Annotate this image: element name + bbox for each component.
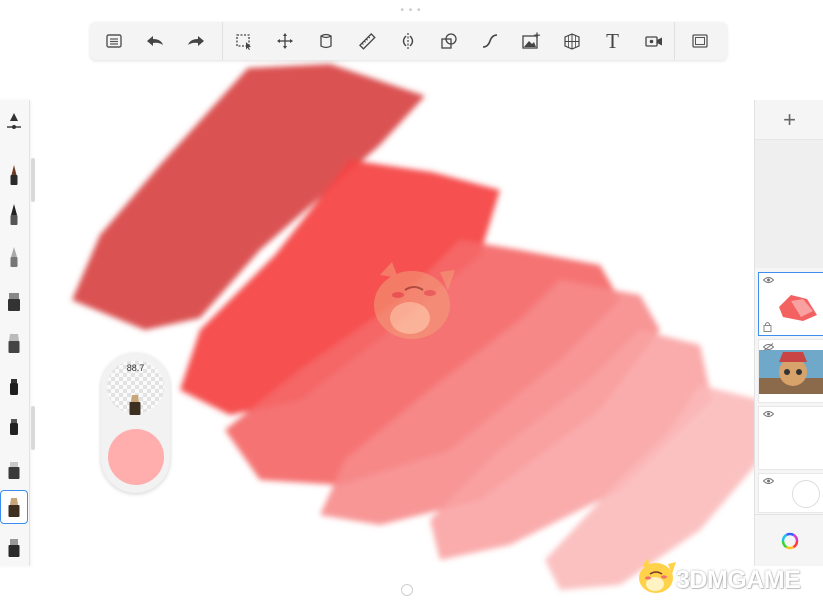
soft-marker-icon <box>8 498 20 517</box>
redo-arrow-icon <box>187 36 204 46</box>
perspective-grid-icon <box>563 33 580 50</box>
layer-2[interactable] <box>758 339 823 403</box>
perspective-guide-button[interactable] <box>551 22 592 60</box>
undo-button[interactable] <box>134 22 175 60</box>
eye-icon[interactable] <box>762 410 775 420</box>
text-tool-button[interactable]: T <box>592 22 633 60</box>
eye-icon[interactable] <box>762 477 775 487</box>
undo-arrow-icon <box>146 36 163 46</box>
watermark-mascot-icon <box>639 558 676 593</box>
size-slider-icon <box>7 113 21 129</box>
brush-soft-marker[interactable] <box>0 490 28 524</box>
image-add-icon <box>521 32 540 49</box>
current-brush-icon <box>129 395 141 415</box>
airbrush-icon <box>8 293 20 311</box>
pencil-brush-icon <box>10 165 18 185</box>
canvas-home-indicator[interactable] <box>401 584 413 596</box>
layer-1[interactable] <box>758 272 823 336</box>
watermark: 3DMGAME <box>628 550 818 598</box>
curve-icon <box>482 34 497 48</box>
ruler-tool-button[interactable] <box>346 22 387 60</box>
background-color-swatch[interactable] <box>792 480 820 508</box>
curve-tool-button[interactable] <box>469 22 510 60</box>
marker-pen-icon <box>10 247 18 267</box>
add-layer-button[interactable]: + <box>755 100 823 140</box>
fullscreen-frame-icon <box>691 34 708 48</box>
marquee-select-icon <box>235 34 251 50</box>
list-icon <box>105 34 122 48</box>
shape-tool-button[interactable] <box>428 22 469 60</box>
ink-pen-icon <box>10 204 18 225</box>
selection-tool-button[interactable] <box>223 22 264 60</box>
brush-paint-tube[interactable] <box>0 326 28 360</box>
transform-tool-button[interactable] <box>264 22 305 60</box>
brush-blender[interactable] <box>0 530 28 564</box>
symmetry-tool-button[interactable] <box>387 22 428 60</box>
character-image-thumbnail <box>759 350 823 394</box>
chisel-marker-icon <box>10 379 18 395</box>
toolbar-history-group <box>90 22 216 60</box>
time-lapse-button[interactable] <box>633 22 674 60</box>
drawing-canvas[interactable] <box>0 0 823 601</box>
layers-panel: + <box>754 100 823 566</box>
layer-lock-icon[interactable] <box>763 319 772 335</box>
current-color-swatch[interactable] <box>108 429 164 485</box>
text-icon: T <box>606 28 619 53</box>
background-layer[interactable] <box>758 473 823 513</box>
brush-slider[interactable] <box>0 104 28 138</box>
layer-list-spacer <box>755 140 823 268</box>
brush-chisel-marker[interactable] <box>0 368 28 402</box>
ruler-icon <box>358 33 376 50</box>
video-camera-icon <box>644 36 662 47</box>
blender-icon <box>8 539 20 557</box>
fullscreen-button[interactable] <box>679 22 720 60</box>
symmetry-icon <box>402 33 413 49</box>
redo-button[interactable] <box>175 22 216 60</box>
color-wheel-icon <box>781 532 798 549</box>
eraser-icon <box>8 462 20 479</box>
brush-eraser[interactable] <box>0 452 28 486</box>
eye-hidden-icon[interactable] <box>762 343 775 353</box>
gallery-list-button[interactable] <box>93 22 134 60</box>
top-toolbar: T <box>90 22 727 60</box>
brush-airbrush[interactable] <box>0 284 28 318</box>
brush-felt-marker[interactable] <box>0 408 28 442</box>
brush-panel-scroll-bottom[interactable] <box>31 406 35 450</box>
move-arrows-icon <box>276 33 293 49</box>
paint-strokes <box>72 64 760 590</box>
felt-marker-icon <box>10 419 18 435</box>
color-puck[interactable]: 88.7 <box>101 353 170 493</box>
shapes-icon <box>440 33 457 49</box>
layer-3[interactable] <box>758 406 823 470</box>
image-import-button[interactable] <box>510 22 551 60</box>
brush-ink-pen[interactable] <box>0 198 28 232</box>
paint-tube-icon <box>8 334 20 353</box>
watermark-text: 3DMGAME <box>676 566 801 594</box>
brush-panel-scroll-top[interactable] <box>31 158 35 202</box>
brush-pencil[interactable] <box>0 158 28 192</box>
toolbar-view-group <box>675 22 720 60</box>
brush-library-panel <box>0 100 30 566</box>
paint-bucket-icon <box>319 33 332 49</box>
red-strokes-thumbnail <box>779 295 817 321</box>
eye-icon[interactable] <box>762 276 775 286</box>
brush-marker-pen[interactable] <box>0 240 28 274</box>
toolbar-tools-group: T <box>223 22 674 60</box>
toolbar-drag-handle[interactable]: • • • <box>396 6 426 17</box>
opacity-value: 88.7 <box>126 363 145 373</box>
fill-tool-button[interactable] <box>305 22 346 60</box>
